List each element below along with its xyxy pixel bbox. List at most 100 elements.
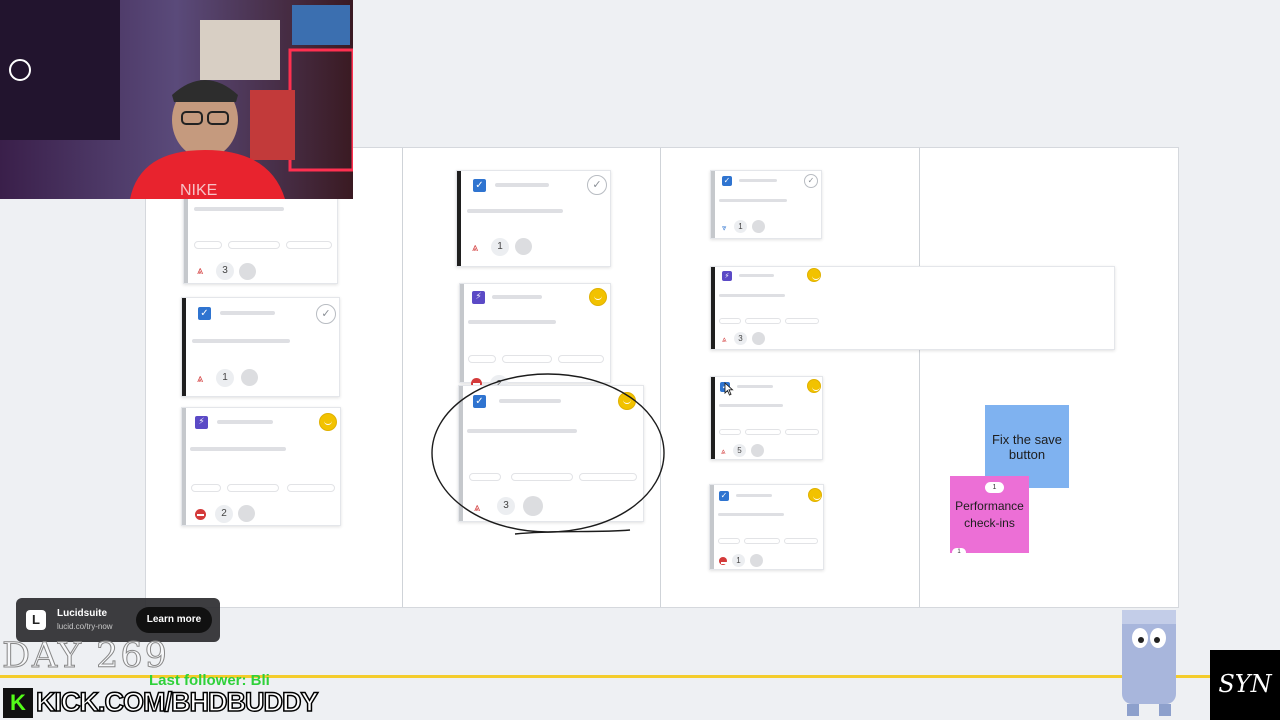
task-card[interactable]: ✓ ✓ ⩓ 1 — [456, 170, 611, 267]
avatar[interactable] — [241, 369, 258, 386]
priority-chevrons-icon: ⩔ — [722, 223, 727, 232]
sticky-reaction[interactable]: 1 — [985, 482, 1004, 493]
task-card[interactable]: ✓ ✓ ⩔ 1 — [710, 170, 822, 239]
card-tag — [502, 355, 552, 363]
avatar[interactable] — [752, 332, 765, 345]
priority-chevrons-icon: ⩓ — [472, 241, 479, 254]
avatar[interactable] — [239, 263, 256, 280]
card-tag — [719, 318, 741, 324]
priority-chevrons-icon: ⩓ — [722, 335, 727, 344]
card-edge — [711, 171, 715, 238]
syn-logo: SYN — [1210, 650, 1280, 720]
card-tag — [468, 355, 496, 363]
comment-count: 1 — [732, 554, 745, 567]
card-text-placeholder — [719, 294, 785, 297]
card-tag — [745, 429, 781, 435]
card-title-placeholder — [220, 311, 275, 315]
sticky-note-text: Performance check-ins — [955, 498, 1024, 530]
reaction-count: 1 — [992, 484, 997, 491]
card-text-placeholder — [190, 447, 286, 451]
card-tag — [718, 538, 740, 544]
towelie-mascot — [1122, 610, 1176, 716]
webcam-feed: NIKE — [0, 0, 353, 199]
bolt-icon: ⚡ — [472, 291, 485, 304]
learn-more-button[interactable]: Learn more — [136, 607, 212, 633]
task-card[interactable]: ✓ 1 — [709, 484, 824, 570]
card-title-placeholder — [495, 183, 549, 187]
task-card[interactable]: ⚡ 2 — [181, 407, 341, 526]
card-tag — [785, 318, 819, 324]
card-tag — [744, 538, 780, 544]
avatar[interactable] — [752, 220, 765, 233]
ad-url: lucid.co/try-now — [57, 622, 113, 631]
card-edge — [182, 408, 186, 525]
card-tag — [227, 484, 279, 492]
card-edge — [710, 485, 714, 569]
card-title-placeholder — [739, 179, 777, 182]
card-tag — [287, 484, 335, 492]
bolt-icon: ⚡ — [722, 271, 732, 281]
card-tag — [745, 318, 781, 324]
day-counter: DAY 269 — [2, 636, 169, 677]
smile-face-icon[interactable] — [808, 488, 822, 502]
ad-title: Lucidsuite — [57, 608, 108, 619]
bolt-icon: ⚡ — [195, 416, 208, 429]
check-icon[interactable]: ✓ — [719, 491, 729, 501]
priority-chevrons-icon: ⩓ — [197, 264, 204, 277]
comment-count: 3 — [734, 332, 747, 345]
avatar[interactable] — [751, 444, 764, 457]
comment-count: 1 — [216, 369, 234, 387]
avatar[interactable] — [238, 505, 255, 522]
card-text-placeholder — [719, 404, 783, 407]
card-title-placeholder — [492, 295, 542, 299]
channel-url: KICK.COM/BHDBUDDY — [35, 686, 319, 718]
kick-logo-icon: K — [3, 688, 33, 718]
avatar[interactable] — [515, 238, 532, 255]
card-tag — [286, 241, 332, 249]
comment-count: 2 — [215, 505, 233, 523]
webcam-image: NIKE — [0, 0, 353, 199]
card-tag — [784, 538, 818, 544]
blocked-icon — [719, 557, 728, 565]
priority-chevrons-icon: ⩓ — [197, 372, 204, 385]
task-card[interactable]: ⩓ 3 — [183, 190, 338, 284]
check-icon[interactable]: ✓ — [722, 176, 732, 186]
smile-face-icon[interactable] — [807, 379, 821, 393]
done-check-icon[interactable]: ✓ — [316, 304, 336, 324]
column-divider — [402, 148, 403, 607]
syn-logo-text: SYN — [1218, 670, 1272, 698]
sticky-reaction[interactable]: 1 — [952, 548, 966, 557]
comment-count: 3 — [216, 262, 234, 280]
avatar[interactable] — [750, 554, 763, 567]
card-tag — [191, 484, 221, 492]
card-edge — [457, 171, 461, 266]
card-title-placeholder — [739, 274, 774, 277]
comment-count: 5 — [733, 444, 746, 457]
task-card[interactable]: ✓ ✓ ⩓ 1 — [181, 297, 340, 397]
card-tag — [785, 429, 819, 435]
priority-chevrons-icon: ⩓ — [721, 447, 726, 456]
blocked-icon — [195, 509, 206, 520]
comment-count: 1 — [734, 220, 747, 233]
sticky-note-text: Fix the save button — [991, 431, 1063, 462]
check-icon[interactable]: ✓ — [198, 307, 211, 320]
card-text-placeholder — [192, 339, 290, 343]
smile-face-icon[interactable] — [807, 268, 821, 282]
freehand-circle-annotation — [431, 373, 665, 535]
card-text-placeholder — [194, 207, 284, 211]
card-edge — [182, 298, 186, 396]
smile-face-icon[interactable] — [319, 413, 337, 431]
check-icon[interactable]: ✓ — [473, 179, 486, 192]
card-tag — [228, 241, 280, 249]
column-divider — [919, 148, 920, 607]
smile-face-icon[interactable] — [589, 288, 607, 306]
done-check-icon[interactable]: ✓ — [804, 174, 818, 188]
lucid-logo-icon: L — [26, 610, 46, 630]
card-text-placeholder — [718, 513, 784, 516]
done-check-icon[interactable]: ✓ — [587, 175, 607, 195]
card-edge — [711, 267, 715, 349]
task-card-expanded[interactable]: ⚡ ⩓ 3 — [710, 266, 1115, 350]
card-title-placeholder — [737, 385, 773, 388]
svg-text:NIKE: NIKE — [180, 182, 217, 199]
reaction-count: 1 — [957, 549, 961, 555]
